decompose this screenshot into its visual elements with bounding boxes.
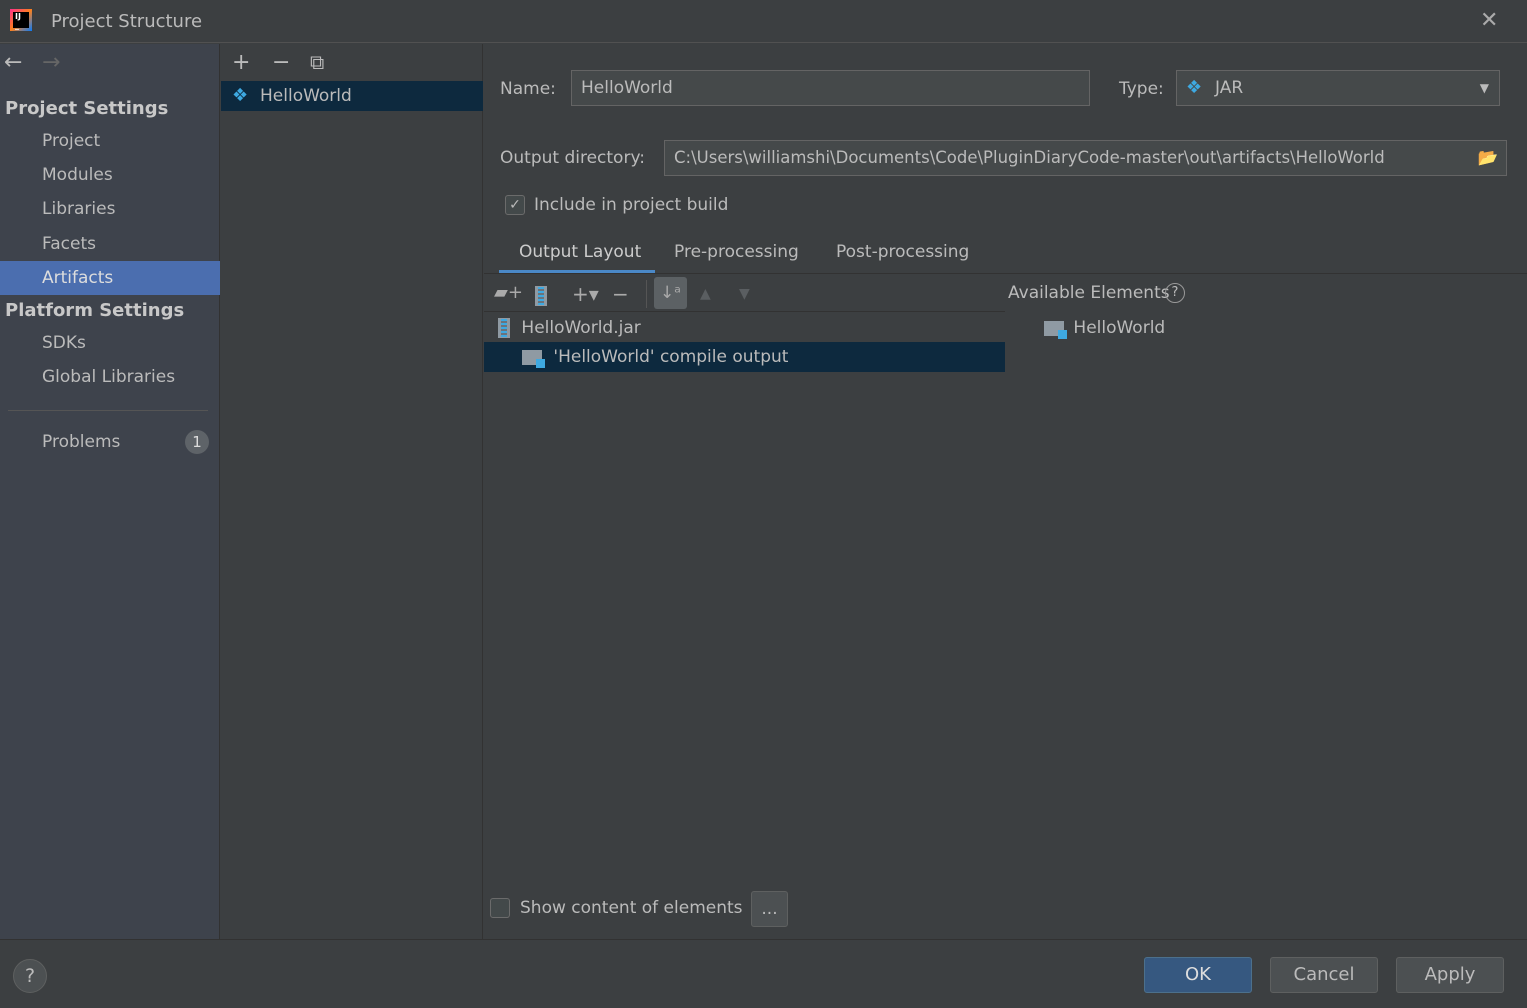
artifact-list-panel: + − ⧉ ❖ HelloWorld: [221, 44, 483, 939]
sidebar-item-global-libraries[interactable]: Global Libraries: [0, 360, 220, 394]
layout-item-jar[interactable]: HelloWorld.jar: [484, 313, 1005, 343]
jar-diamond-icon: ❖: [1186, 77, 1203, 98]
divider: [484, 311, 1005, 312]
module-folder-icon: [1044, 320, 1067, 339]
include-in-build-label: Include in project build: [534, 195, 729, 215]
chevron-down-icon: ▼: [1479, 81, 1489, 95]
sidebar-item-facets[interactable]: Facets: [0, 227, 220, 261]
include-in-build-checkbox[interactable]: ✓: [505, 195, 525, 215]
ok-button[interactable]: OK: [1144, 957, 1252, 993]
project-settings-header: Project Settings: [5, 98, 169, 119]
show-content-label: Show content of elements: [520, 898, 743, 918]
output-directory-value: C:\Users\williamshi\Documents\Code\Plugi…: [674, 148, 1385, 167]
sidebar: ← → Project Settings Project Modules Lib…: [0, 44, 220, 939]
sidebar-item-problems[interactable]: Problems 1: [0, 425, 220, 459]
title-bar: IJ _ Project Structure ✕: [0, 0, 1527, 43]
show-content-checkbox[interactable]: [490, 898, 510, 918]
type-label: Type:: [1119, 79, 1164, 99]
sidebar-item-sdks[interactable]: SDKs: [0, 326, 220, 360]
problems-label: Problems: [42, 432, 121, 452]
toolbar-separator: [646, 280, 647, 308]
copy-icon[interactable]: ⧉: [310, 50, 324, 74]
sidebar-item-project[interactable]: Project: [0, 124, 220, 158]
cancel-button[interactable]: Cancel: [1270, 957, 1378, 993]
platform-settings-header: Platform Settings: [5, 300, 185, 321]
problems-count-badge: 1: [185, 430, 209, 454]
artifact-diamond-icon: ❖: [232, 85, 249, 106]
output-directory-input[interactable]: C:\Users\williamshi\Documents\Code\Plugi…: [664, 140, 1507, 176]
sidebar-item-artifacts[interactable]: Artifacts: [0, 261, 220, 295]
close-icon[interactable]: ✕: [1480, 8, 1498, 33]
help-button[interactable]: ?: [13, 959, 47, 993]
divider: [0, 939, 1527, 940]
tab-post-processing[interactable]: Post-processing: [836, 242, 969, 262]
name-input[interactable]: HelloWorld: [571, 70, 1090, 106]
move-up-icon[interactable]: ▲: [700, 286, 711, 302]
forward-arrow-icon[interactable]: →: [42, 50, 60, 75]
divider: [484, 273, 1527, 274]
artifact-name: HelloWorld: [260, 86, 352, 106]
remove-element-icon[interactable]: −: [612, 282, 629, 306]
archive-icon[interactable]: [535, 282, 547, 306]
tab-output-layout[interactable]: Output Layout: [519, 242, 641, 262]
move-down-icon[interactable]: ▼: [739, 286, 750, 302]
folder-browse-icon[interactable]: 📂: [1477, 141, 1498, 175]
name-label: Name:: [500, 79, 556, 99]
tab-pre-processing[interactable]: Pre-processing: [674, 242, 799, 262]
sort-alphabetically-icon[interactable]: ↓ᵃ: [654, 277, 687, 309]
remove-icon[interactable]: −: [272, 50, 290, 75]
add-icon[interactable]: +: [232, 50, 250, 75]
available-elements-label: Available Elements: [1008, 283, 1170, 303]
jar-icon: [498, 318, 510, 338]
add-element-icon[interactable]: +▾: [572, 282, 599, 306]
apply-button[interactable]: Apply: [1396, 957, 1504, 993]
available-item-label: HelloWorld: [1073, 318, 1166, 338]
output-directory-label: Output directory:: [500, 148, 645, 168]
intellij-logo-icon: IJ _: [10, 9, 32, 31]
divider: [8, 410, 208, 411]
back-arrow-icon[interactable]: ←: [4, 50, 22, 75]
type-dropdown[interactable]: ❖ JAR ▼: [1176, 70, 1500, 106]
artifact-item-helloworld[interactable]: ❖ HelloWorld: [221, 81, 483, 111]
help-icon[interactable]: ?: [1165, 283, 1185, 303]
module-folder-icon: [522, 349, 545, 368]
layout-item-compile-output[interactable]: 'HelloWorld' compile output: [484, 342, 1005, 372]
sidebar-item-libraries[interactable]: Libraries: [0, 192, 220, 226]
available-item-helloworld[interactable]: HelloWorld: [1044, 313, 1165, 343]
sidebar-item-modules[interactable]: Modules: [0, 158, 220, 192]
type-value: JAR: [1215, 78, 1244, 98]
layout-item-label: HelloWorld.jar: [521, 318, 641, 338]
layout-item-label: 'HelloWorld' compile output: [553, 347, 789, 367]
new-directory-icon[interactable]: ▰+: [494, 282, 523, 303]
ellipsis-button[interactable]: ...: [751, 891, 788, 927]
window-title: Project Structure: [51, 11, 203, 32]
